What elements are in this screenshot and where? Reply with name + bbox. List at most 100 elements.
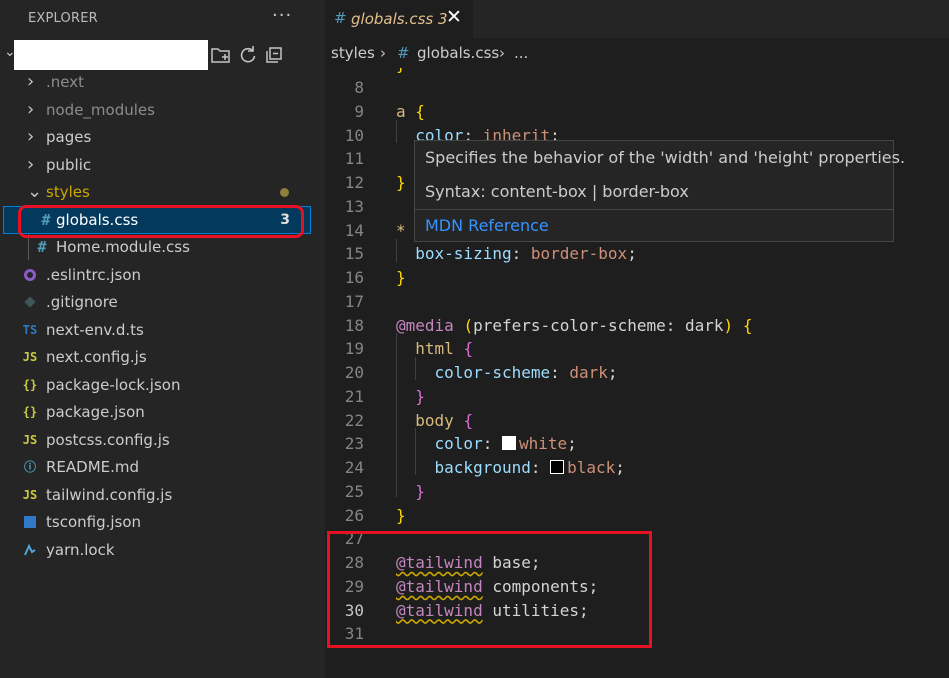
tree-item-label: postcss.config.js <box>46 430 170 449</box>
highlight-tailwind-directives <box>327 531 652 648</box>
line-number: 9 <box>354 101 364 121</box>
line-number: 17 <box>344 291 364 311</box>
code-line: 21 } <box>325 385 949 409</box>
code-text: } <box>415 481 425 501</box>
tree-item-styles[interactable]: ⌄ styles <box>0 179 312 205</box>
tree-item-yarn-lock[interactable]: yarn.lock <box>0 537 312 563</box>
color-swatch[interactable] <box>501 436 516 451</box>
breadcrumb-more[interactable]: ... <box>514 44 528 62</box>
tree-item-node-modules[interactable]: › node_modules <box>0 97 312 123</box>
project-name-redacted <box>14 40 208 70</box>
refresh-icon[interactable] <box>238 45 258 65</box>
line-number: 23 <box>344 434 364 454</box>
line-number: 25 <box>344 481 364 501</box>
code-line: 22 body { <box>325 409 949 433</box>
code-line-partial: } <box>396 68 406 74</box>
code-line: 24 background: black; <box>325 456 949 480</box>
code-line: 17 <box>325 290 949 314</box>
chevron-right-icon: › <box>499 44 505 62</box>
tab-globals-css[interactable]: # globals.css 3 ✕ <box>325 0 473 38</box>
js-file-icon: JS <box>22 432 38 447</box>
code-text: } <box>396 505 406 525</box>
line-number: 20 <box>344 363 364 382</box>
tree-item-package-lock-json[interactable]: {} package-lock.json <box>0 372 312 398</box>
line-number: 26 <box>344 505 364 525</box>
tree-item-package-json[interactable]: {} package.json <box>0 399 312 425</box>
more-actions-button[interactable]: ··· <box>272 5 292 26</box>
tree-item-label: .eslintrc.json <box>46 265 142 284</box>
line-number: 16 <box>344 268 364 287</box>
chevron-right-icon: › <box>27 153 35 175</box>
line-number: 12 <box>344 173 364 192</box>
eslint-file-icon <box>20 262 40 291</box>
tree-item-next-env-d-ts[interactable]: TS next-env.d.ts <box>0 317 312 343</box>
hover-tooltip: Specifies the behavior of the 'width' an… <box>414 140 905 242</box>
line-number: 14 <box>344 220 364 240</box>
tree-item-label: package-lock.json <box>46 375 181 394</box>
code-line: 15 box-sizing: border-box; <box>325 242 949 266</box>
mdn-reference-link[interactable]: MDN Reference <box>425 216 549 235</box>
json-file-icon: {} <box>22 377 38 392</box>
line-number: 8 <box>354 78 364 97</box>
close-icon[interactable]: ✕ <box>446 6 462 28</box>
code-text: color-scheme: dark; <box>434 363 618 382</box>
css-file-icon: # <box>334 9 347 27</box>
code-text: @media (prefers-color-scheme: dark) { <box>396 315 753 335</box>
tree-item-label: package.json <box>46 403 145 421</box>
collapse-all-icon[interactable] <box>264 45 284 65</box>
tree-item-tailwind-config-js[interactable]: JS tailwind.config.js <box>0 482 312 508</box>
hover-description: Specifies the behavior of the 'width' an… <box>425 148 906 167</box>
tree-item-label: .gitignore <box>46 293 118 311</box>
tree-item-tsconfig-json[interactable]: tsconfig.json <box>0 509 312 535</box>
yarn-file-icon <box>20 537 40 566</box>
code-line: 25 } <box>325 480 949 504</box>
code-text: color: white; <box>434 434 577 454</box>
hover-syntax: Syntax: content-box | border-box <box>425 182 689 201</box>
line-number: 21 <box>344 386 364 406</box>
code-line: 18 @media (prefers-color-scheme: dark) { <box>325 314 949 338</box>
info-file-icon: ⓘ <box>23 460 36 474</box>
explorer-title: EXPLORER <box>28 11 98 26</box>
code-text: a { <box>396 101 425 121</box>
breadcrumb: styles › # globals.css › ... <box>325 38 949 68</box>
tab-bar: # globals.css 3 ✕ <box>325 0 949 38</box>
tree-item-eslintrc-json[interactable]: .eslintrc.json <box>0 262 312 288</box>
tree-item-label: tsconfig.json <box>46 513 142 531</box>
code-text: } <box>396 173 406 192</box>
tree-item-pages[interactable]: › pages <box>0 124 312 150</box>
chevron-right-icon: › <box>27 126 35 147</box>
line-number: 22 <box>344 410 364 430</box>
tree-item-readme-md[interactable]: ⓘ README.md <box>0 454 312 480</box>
tree-item-label: .next <box>46 73 84 91</box>
new-folder-icon[interactable] <box>210 45 232 65</box>
tree-item-gitignore[interactable]: .gitignore <box>0 289 312 315</box>
tree-item-postcss-config-js[interactable]: JS postcss.config.js <box>0 427 312 453</box>
code-line: 8 <box>325 76 949 100</box>
chevron-right-icon: › <box>27 98 35 120</box>
breadcrumb-folder[interactable]: styles <box>331 44 375 62</box>
json-file-icon: {} <box>22 405 38 419</box>
tree-item-next[interactable]: › .next <box>0 69 312 95</box>
chevron-right-icon: › <box>27 71 35 92</box>
code-line: 20 color-scheme: dark; <box>325 361 949 385</box>
code-text: body { <box>415 410 474 430</box>
breadcrumb-file[interactable]: globals.css <box>417 44 499 62</box>
explorer-toolbar <box>210 42 284 68</box>
line-number: 10 <box>344 125 364 145</box>
code-line: 19 html { <box>325 337 949 361</box>
tree-item-next-config-js[interactable]: JS next.config.js <box>0 344 312 370</box>
color-swatch[interactable] <box>550 460 565 474</box>
tree-item-label: styles <box>46 183 90 201</box>
tree-item-public[interactable]: › public <box>0 152 312 178</box>
project-root-row[interactable]: ⌄ <box>0 40 325 70</box>
code-text: html { <box>415 339 474 359</box>
highlight-globals-css <box>18 205 304 238</box>
line-number: 18 <box>344 315 364 335</box>
chevron-right-icon: › <box>380 44 386 62</box>
code-text: } <box>415 386 425 406</box>
tree-item-label: public <box>46 155 92 174</box>
explorer-header: EXPLORER ··· <box>0 0 325 38</box>
code-text: box-sizing: border-box; <box>415 244 637 264</box>
css-file-icon: # <box>397 44 410 62</box>
tree-item-label: next-env.d.ts <box>46 320 144 339</box>
